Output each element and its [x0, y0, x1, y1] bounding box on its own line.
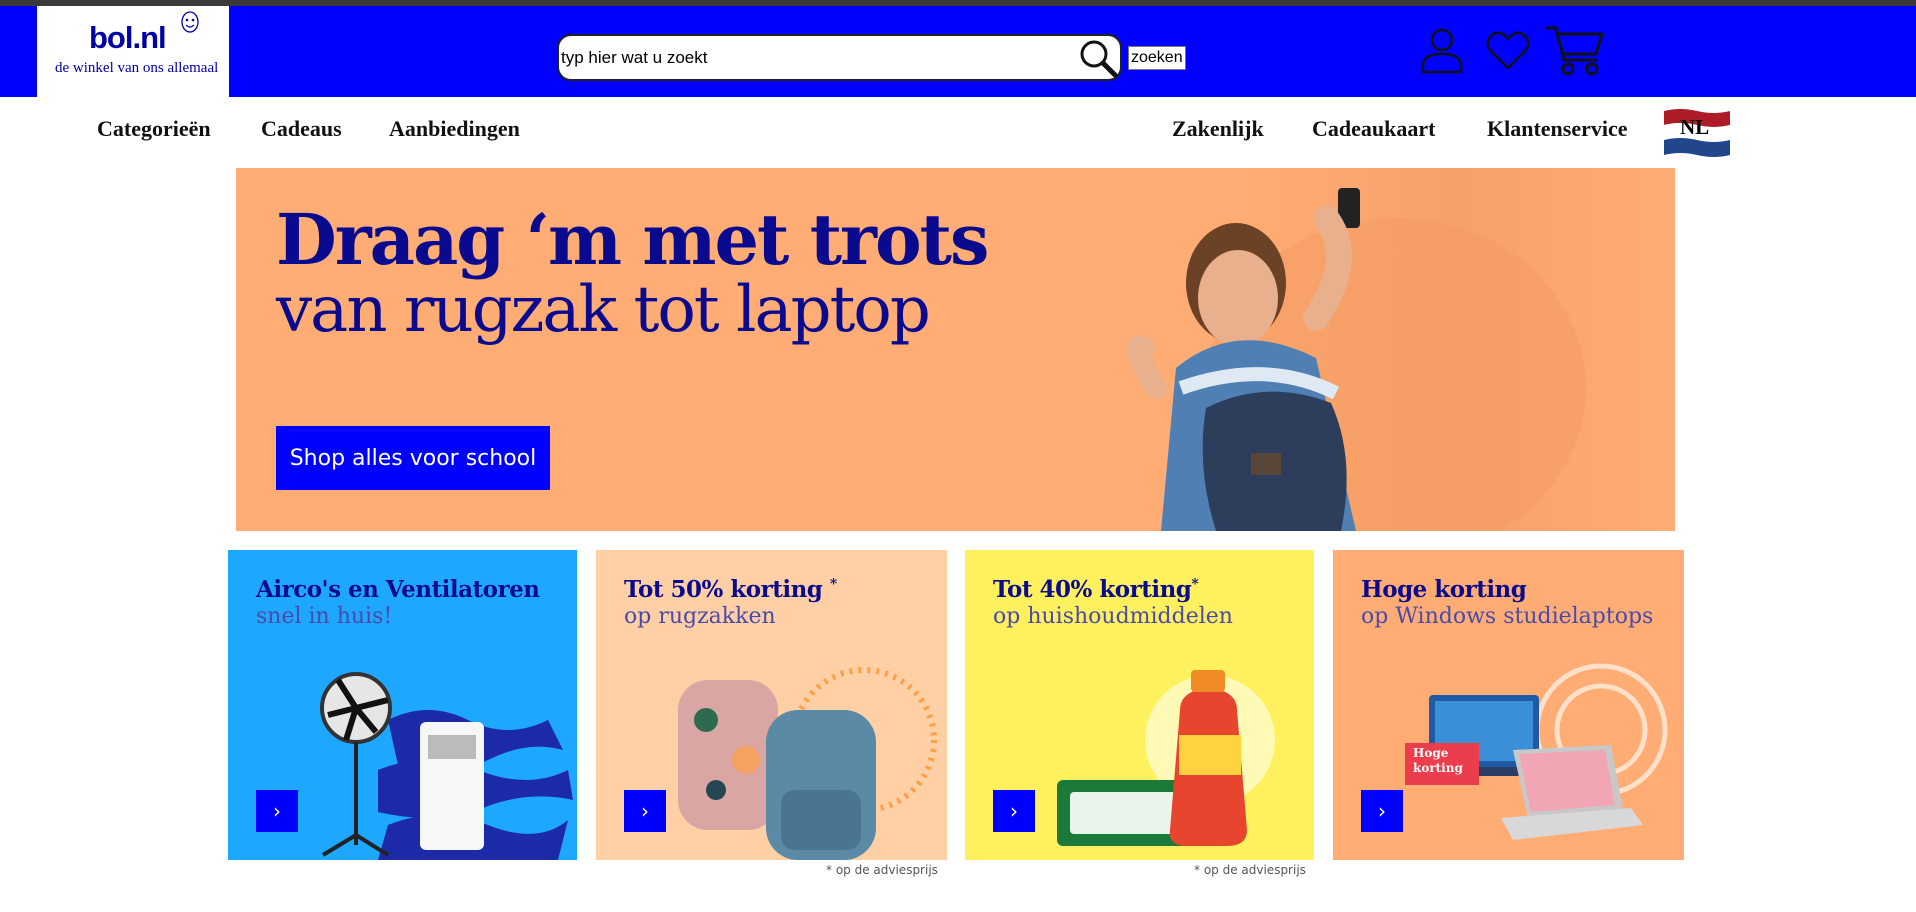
logo-wordmark: bol.nl — [89, 20, 167, 55]
tile-subtitle-rugzakken: op rugzakken — [624, 604, 776, 629]
search-button[interactable]: zoeken — [1128, 46, 1186, 70]
promo-tile-airco[interactable]: Airco's en Ventilatoren snel in huis! › — [228, 550, 577, 860]
asterisk-mark: * — [1191, 576, 1199, 593]
nav-categorieen[interactable]: Categorieën — [97, 116, 211, 142]
search-input[interactable] — [561, 46, 1061, 70]
logo-smile-icon — [181, 11, 199, 33]
hero-subtitle: van rugzak tot laptop — [276, 273, 931, 347]
search-box — [557, 34, 1122, 81]
tile-subtitle-airco: snel in huis! — [256, 604, 393, 629]
footnote-adviesprijs: * op de adviesprijs — [826, 863, 938, 877]
tile-title-rugzakken: Tot 50% korting * — [624, 576, 837, 603]
footnote-adviesprijs: * op de adviesprijs — [1194, 863, 1306, 877]
nav-klantenservice[interactable]: Klantenservice — [1487, 116, 1628, 142]
promo-tile-laptops[interactable]: Hoge korting Hoge korting op Windows stu… — [1333, 550, 1684, 860]
chevron-right-icon[interactable]: › — [256, 790, 298, 832]
tile-title-huishoud: Tot 40% korting* — [993, 576, 1199, 603]
nav-aanbiedingen[interactable]: Aanbiedingen — [389, 116, 520, 142]
logo-tagline: de winkel van ons allemaal — [55, 60, 219, 76]
bol-logo[interactable]: bol.nl de winkel van ons allemaal — [37, 6, 229, 97]
user-icon[interactable] — [1420, 26, 1464, 74]
nav-cadeaukaart[interactable]: Cadeaukaart — [1312, 116, 1435, 142]
main-nav: Categorieën Cadeaus Aanbiedingen Zakenli… — [0, 97, 1916, 167]
chevron-right-icon[interactable]: › — [624, 790, 666, 832]
cart-icon[interactable] — [1544, 24, 1606, 76]
promo-tile-huishoud[interactable]: Tot 40% korting* op huishoudmiddelen › — [965, 550, 1314, 860]
badge-line-1: Hoge — [1413, 746, 1449, 760]
badge-line-2: korting — [1413, 761, 1463, 775]
language-label: NL — [1680, 115, 1710, 139]
nav-cadeaus[interactable]: Cadeaus — [261, 116, 342, 142]
heart-icon[interactable] — [1486, 28, 1530, 72]
site-header: bol.nl de winkel van ons allemaal zoeken — [0, 6, 1916, 97]
hoge-korting-badge: Hoge korting — [1405, 743, 1479, 785]
promo-tile-rugzakken[interactable]: Tot 50% korting * op rugzakken › — [596, 550, 947, 860]
chevron-right-icon[interactable]: › — [1361, 790, 1403, 832]
asterisk-mark: * — [829, 576, 837, 593]
search-icon[interactable] — [1077, 38, 1119, 78]
chevron-right-icon[interactable]: › — [993, 790, 1035, 832]
hero-title: Draag ‘m met trots — [276, 198, 989, 281]
tile-subtitle-laptops: op Windows studielaptops — [1361, 604, 1654, 629]
shop-school-button[interactable]: Shop alles voor school — [276, 426, 550, 490]
hero-banner[interactable]: Draag ‘m met trots van rugzak tot laptop… — [236, 168, 1675, 531]
student-selfie-illustration — [1126, 188, 1586, 531]
nav-zakenlijk[interactable]: Zakenlijk — [1172, 116, 1264, 142]
tile-title-laptops: Hoge korting — [1361, 576, 1527, 603]
tile-title-airco: Airco's en Ventilatoren — [256, 576, 540, 603]
tile-subtitle-huishoud: op huishoudmiddelen — [993, 604, 1233, 629]
